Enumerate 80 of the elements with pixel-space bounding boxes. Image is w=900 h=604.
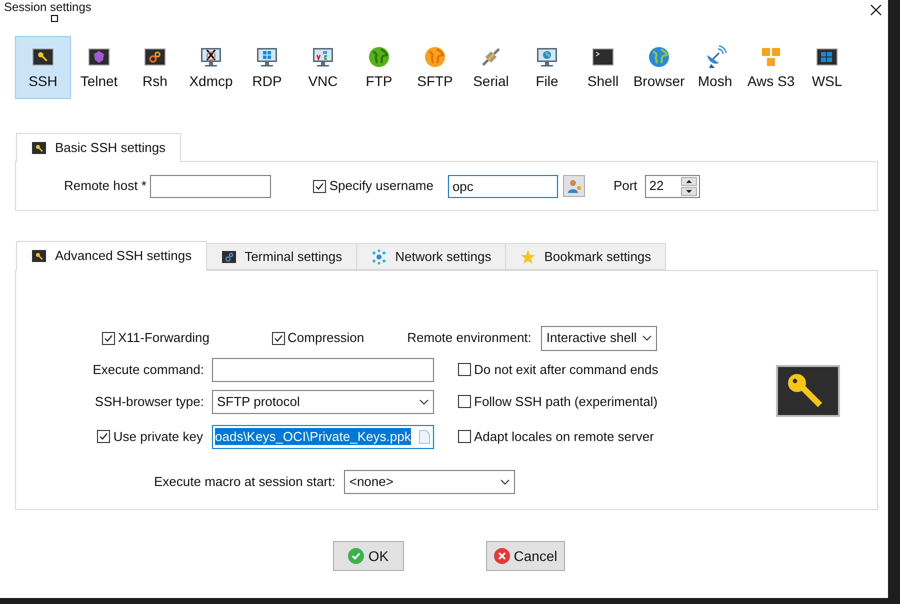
checkbox[interactable] (458, 395, 471, 408)
key-icon (31, 248, 47, 264)
window-title: Session settings (4, 1, 92, 14)
monitor-icon (255, 45, 279, 69)
checkbox[interactable] (272, 332, 285, 344)
checkbox-label: Use private key (113, 428, 203, 446)
square-icon (51, 15, 58, 22)
checkbox[interactable] (97, 430, 110, 443)
tab[interactable]: Terminal settings (206, 243, 358, 270)
checkbox-label: Follow SSH path (experimental) (474, 392, 658, 411)
session-type-button[interactable]: Rsh (127, 36, 183, 99)
session-type-button[interactable]: RDP (239, 36, 295, 99)
tab[interactable]: Bookmark settings (505, 243, 666, 270)
port-spinner[interactable]: 22 (645, 174, 700, 198)
chevron-down-icon (500, 479, 510, 485)
key-icon (31, 140, 47, 156)
input-field[interactable]: opc (448, 174, 558, 198)
field-label: Remote environment: (407, 329, 532, 348)
close-icon (870, 4, 882, 16)
cancel-button[interactable]: Cancel (486, 541, 565, 571)
session-type-button[interactable]: SFTP (407, 36, 463, 99)
checkbox[interactable] (458, 363, 471, 376)
input-field[interactable] (150, 174, 272, 198)
session-type-button[interactable]: FTP (351, 36, 407, 99)
checkmark-icon (103, 332, 114, 344)
session-type-button[interactable]: Telnet (71, 36, 127, 99)
checkmark-icon (314, 180, 326, 192)
star-icon (520, 248, 536, 264)
field-label: Execute macro at session start: (154, 473, 336, 492)
checkmark-icon (272, 332, 284, 344)
monitor-icon (535, 45, 559, 69)
boxes-icon (759, 45, 783, 69)
spinner-arrows-icon (681, 176, 698, 196)
checkbox-label: Specify username (329, 177, 434, 196)
dropdown[interactable]: <none> (344, 470, 516, 494)
session-type-button[interactable]: WSL (799, 36, 855, 99)
field-label: Execute command: (92, 360, 204, 379)
session-type-button[interactable]: SSH (15, 36, 71, 99)
checkbox[interactable] (313, 180, 326, 192)
checkmark-icon (98, 431, 110, 442)
checkbox-label: Do not exit after command ends (474, 360, 658, 379)
tab[interactable]: Advanced SSH settings (16, 241, 207, 271)
network-icon (371, 248, 388, 264)
file-path-field[interactable]: oads\Keys_OCI\Private_Keys.ppk (212, 424, 434, 448)
field-label: Port (613, 177, 638, 196)
ok-button[interactable]: OK (333, 541, 404, 571)
monitor-icon (311, 45, 335, 69)
checkbox-label: Adapt locales on remote server (474, 428, 654, 446)
user-key-button[interactable] (563, 175, 586, 197)
dropdown[interactable]: Interactive shell (541, 326, 658, 350)
document-icon (419, 430, 430, 444)
gears-icon (220, 248, 237, 264)
session-type-button[interactable]: File (519, 36, 575, 99)
globe-icon (367, 45, 391, 69)
user-icon (566, 178, 582, 194)
checkbox[interactable] (458, 430, 471, 443)
session-type-button[interactable]: VNC (295, 36, 351, 99)
session-type-button[interactable]: Browser (631, 36, 687, 99)
chevron-down-icon (642, 335, 652, 341)
field-label: Remote host * (64, 177, 146, 196)
checkbox[interactable] (102, 332, 115, 344)
session-type-button[interactable]: Xdmcp (183, 36, 239, 99)
session-type-button[interactable]: Mosh (687, 36, 743, 99)
dropdown[interactable]: SFTP protocol (212, 390, 434, 414)
session-type-button[interactable]: Shell (575, 36, 631, 99)
tab[interactable]: Basic SSH settings (16, 133, 181, 162)
checkmark-icon (348, 548, 364, 564)
globe-icon (423, 45, 447, 69)
session-type-button[interactable]: Aws S3 (743, 36, 799, 99)
key-icon (776, 365, 840, 417)
input-field[interactable] (212, 358, 434, 382)
checkbox-label: Compression (288, 329, 364, 348)
chevron-down-icon (419, 398, 429, 404)
globe-icon (647, 45, 671, 69)
field-label: SSH-browser type: (94, 392, 204, 411)
close-icon (494, 548, 510, 564)
monitor-icon (199, 45, 223, 69)
session-type-button[interactable]: Serial (463, 36, 519, 99)
checkbox-label: X11-Forwarding (118, 329, 210, 348)
tab[interactable]: Network settings (356, 243, 506, 270)
